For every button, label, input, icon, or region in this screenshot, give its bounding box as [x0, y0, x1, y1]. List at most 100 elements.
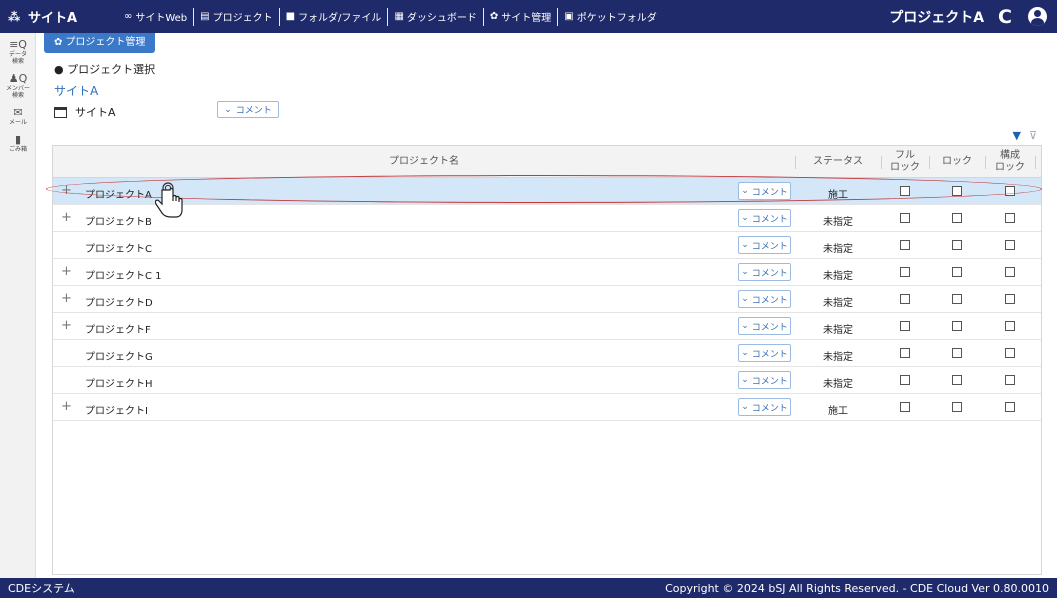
sidebar-item-label: メンバー	[5, 85, 30, 92]
nav-item-4[interactable]: ✿ サイト管理	[484, 9, 557, 24]
header-full-lock[interactable]: フル ロック	[881, 146, 929, 178]
row-comment-button[interactable]: ⌄ コメント	[738, 209, 791, 227]
expand-icon[interactable]: +	[61, 210, 72, 225]
full-lock-checkbox[interactable]	[900, 402, 910, 412]
table-row[interactable]: プロジェクトC ⌄ コメント 未指定	[53, 232, 1041, 259]
table-row[interactable]: + プロジェクトA ⌄ コメント 施工	[53, 178, 1041, 205]
nav-item-1[interactable]: ▤ プロジェクト	[194, 9, 278, 24]
project-name: プロジェクトF	[85, 325, 151, 336]
tab-project-management[interactable]: ✿ プロジェクト管理	[44, 33, 156, 53]
nav-item-2[interactable]: ■ フォルダ/ファイル	[280, 9, 388, 24]
sidebar-item-3[interactable]: ▮ ごみ箱	[0, 134, 36, 154]
config-lock-checkbox[interactable]	[1005, 186, 1015, 196]
lock-checkbox[interactable]	[952, 240, 962, 250]
nav-item-label: サイト管理	[501, 13, 552, 24]
full-lock-checkbox[interactable]	[900, 186, 910, 196]
user-account-icon[interactable]	[1028, 7, 1047, 26]
sidebar-item-0[interactable]: ≡Q データ 検索	[0, 38, 36, 66]
project-name: プロジェクトC 1	[85, 271, 162, 282]
tab-label: プロジェクト管理	[65, 37, 146, 48]
header-lock[interactable]: ロック	[929, 146, 985, 178]
expand-icon[interactable]: +	[61, 264, 72, 279]
header-full-lock-line1: フル	[895, 150, 915, 161]
nav-item-0[interactable]: ∞ サイトWeb	[118, 9, 193, 24]
header-status[interactable]: ステータス	[795, 146, 881, 178]
refresh-icon[interactable]: C	[998, 6, 1012, 28]
row-comment-button[interactable]: ⌄ コメント	[738, 398, 791, 416]
lock-checkbox[interactable]	[952, 213, 962, 223]
row-comment-button[interactable]: ⌄ コメント	[738, 182, 791, 200]
expand-icon[interactable]: +	[61, 291, 72, 306]
config-lock-checkbox[interactable]	[1005, 321, 1015, 331]
table-row[interactable]: + プロジェクトB ⌄ コメント 未指定	[53, 205, 1041, 232]
lock-checkbox[interactable]	[952, 348, 962, 358]
lock-checkbox[interactable]	[952, 402, 962, 412]
clear-filter-icon[interactable]: ⊽	[1029, 129, 1037, 142]
config-lock-checkbox[interactable]	[1005, 402, 1015, 412]
header-config-lock[interactable]: 構成 ロック	[985, 146, 1035, 178]
data-search-icon: ≡Q	[9, 38, 27, 51]
full-lock-checkbox[interactable]	[900, 267, 910, 277]
site-switcher[interactable]: ⁂ サイトA	[0, 7, 118, 27]
table-row[interactable]: + プロジェクトF ⌄ コメント 未指定	[53, 313, 1041, 340]
lock-checkbox[interactable]	[952, 321, 962, 331]
config-lock-checkbox[interactable]	[1005, 213, 1015, 223]
sidebar-item-2[interactable]: ✉ メール	[0, 107, 36, 127]
nav-item-label: サイトWeb	[135, 13, 188, 24]
nav-item-5[interactable]: ▣ ポケットフォルダ	[558, 9, 662, 24]
row-comment-button[interactable]: ⌄ コメント	[738, 371, 791, 389]
site-label: サイトA	[28, 11, 78, 26]
config-lock-checkbox[interactable]	[1005, 294, 1015, 304]
nav-separator	[193, 7, 195, 26]
row-comment-button[interactable]: ⌄ コメント	[738, 344, 791, 362]
full-lock-checkbox[interactable]	[900, 213, 910, 223]
full-lock-checkbox[interactable]	[900, 240, 910, 250]
config-lock-checkbox[interactable]	[1005, 348, 1015, 358]
comment-label: コメント	[751, 214, 788, 225]
header-config-lock-line1: 構成	[1000, 150, 1020, 161]
config-lock-checkbox[interactable]	[1005, 240, 1015, 250]
full-lock-checkbox[interactable]	[900, 294, 910, 304]
lock-checkbox[interactable]	[952, 375, 962, 385]
row-comment-button[interactable]: ⌄ コメント	[738, 290, 791, 308]
row-comment-button[interactable]: ⌄ コメント	[738, 236, 791, 254]
gear-icon: ✿	[54, 37, 63, 48]
full-lock-checkbox[interactable]	[900, 348, 910, 358]
comment-label: コメント	[751, 295, 788, 306]
lock-checkbox[interactable]	[952, 267, 962, 277]
current-project-label[interactable]: プロジェクトA	[889, 7, 984, 27]
project-status: 未指定	[823, 271, 853, 282]
left-sidebar: ≡Q データ 検索 ♟Q メンバー 検索 ✉ メール ▮ ごみ箱	[0, 33, 36, 578]
full-lock-checkbox[interactable]	[900, 321, 910, 331]
chevron-down-icon: ⌄	[224, 104, 232, 115]
config-lock-checkbox[interactable]	[1005, 375, 1015, 385]
table-row[interactable]: + プロジェクトC 1 ⌄ コメント 未指定	[53, 259, 1041, 286]
filter-icon[interactable]: ▼	[1012, 129, 1020, 142]
lock-checkbox[interactable]	[952, 186, 962, 196]
expand-icon[interactable]: +	[61, 183, 72, 198]
row-comment-button[interactable]: ⌄ コメント	[738, 263, 791, 281]
comment-label: コメント	[751, 241, 788, 252]
project-status: 未指定	[823, 325, 853, 336]
site-comment-button[interactable]: ⌄ コメント	[217, 101, 279, 118]
lock-checkbox[interactable]	[952, 294, 962, 304]
member-search-icon: ♟Q	[8, 72, 28, 85]
expand-icon[interactable]: +	[61, 318, 72, 333]
footer-copyright: Copyright © 2024 bSJ All Rights Reserved…	[665, 581, 1049, 595]
table-row[interactable]: プロジェクトG ⌄ コメント 未指定	[53, 340, 1041, 367]
site-name: サイトA	[75, 106, 116, 119]
row-comment-button[interactable]: ⌄ コメント	[738, 317, 791, 335]
table-row[interactable]: + プロジェクトI ⌄ コメント 施工	[53, 394, 1041, 421]
config-lock-checkbox[interactable]	[1005, 267, 1015, 277]
header-project-name[interactable]: プロジェクト名	[53, 146, 795, 178]
table-row[interactable]: + プロジェクトD ⌄ コメント 未指定	[53, 286, 1041, 313]
expand-icon[interactable]: +	[61, 399, 72, 414]
table-row[interactable]: プロジェクトH ⌄ コメント 未指定	[53, 367, 1041, 394]
project-name: プロジェクトG	[85, 352, 153, 363]
gear-icon: ✿	[489, 11, 499, 22]
sidebar-item-1[interactable]: ♟Q メンバー 検索	[0, 72, 36, 100]
full-lock-checkbox[interactable]	[900, 375, 910, 385]
header-config-lock-line2: ロック	[995, 162, 1025, 173]
nav-item-3[interactable]: ▦ ダッシュボード	[388, 9, 482, 24]
nav-separator	[278, 7, 280, 26]
